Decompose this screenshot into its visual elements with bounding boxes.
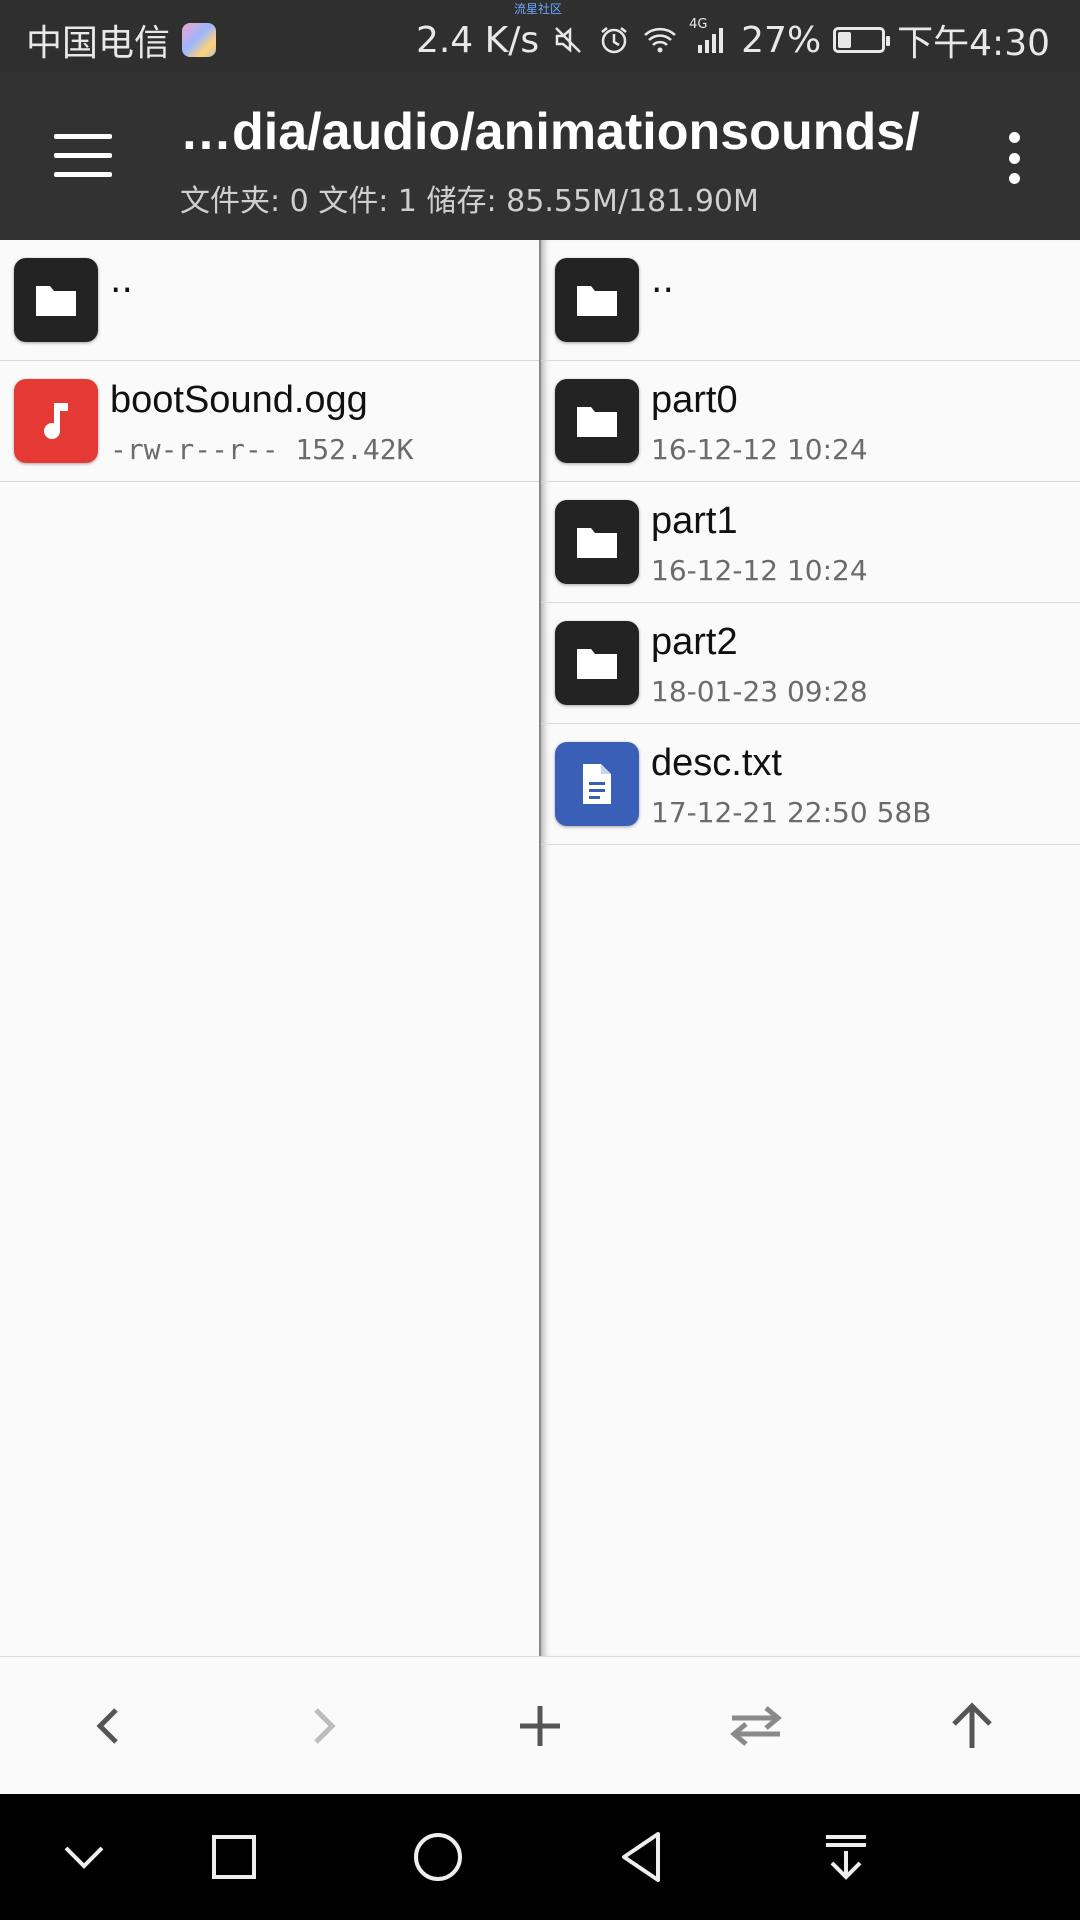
folder-icon [555, 379, 639, 463]
recents-icon[interactable] [126, 1794, 342, 1920]
file-meta: -rw-r--r-- 152.42K [110, 433, 414, 466]
list-item-folder[interactable]: part1 16-12-12 10:24 [541, 482, 1080, 603]
file-meta: 17-12-21 22:50 58B [651, 796, 932, 829]
folder-meta: 16-12-12 10:24 [651, 433, 868, 466]
file-name: bootSound.ogg [110, 379, 368, 421]
left-pane[interactable]: .. bootSound.ogg -rw-r--r-- 152.42K [0, 240, 540, 1656]
forward-icon[interactable] [216, 1657, 432, 1795]
list-item-parent-dir[interactable]: .. [541, 240, 1080, 361]
list-item-parent-dir[interactable]: .. [0, 240, 540, 361]
app-bar: …dia/audio/animationsounds/ 文件夹: 0 文件: 1… [0, 72, 1080, 240]
status-bar-right: 2.4 K/s 4G 27% 下午4:30 [416, 14, 1050, 66]
parent-dir-label: .. [651, 260, 674, 301]
up-icon[interactable] [864, 1657, 1080, 1795]
status-bar-left: 中国电信 [26, 14, 217, 66]
mute-icon [551, 23, 585, 57]
bottom-toolbar [0, 1656, 1080, 1795]
net-speed: 2.4 K/s [415, 19, 540, 61]
list-item-file[interactable]: desc.txt 17-12-21 22:50 58B [541, 724, 1080, 845]
signal-icon: 4G [689, 17, 729, 57]
back-icon[interactable] [534, 1794, 750, 1920]
menu-button[interactable] [54, 134, 112, 178]
folder-icon [14, 258, 98, 342]
notifications-icon[interactable] [738, 1794, 954, 1920]
parent-dir-label: .. [110, 260, 133, 301]
back-icon[interactable] [0, 1657, 216, 1795]
folder-icon [555, 621, 639, 705]
path-title: …dia/audio/animationsounds/ [180, 103, 920, 161]
network-type-label: 4G [689, 17, 708, 32]
document-icon [555, 742, 639, 826]
file-name: desc.txt [651, 742, 782, 784]
carrier-label: 中国电信 [26, 23, 171, 64]
alarm-icon [597, 23, 631, 57]
music-note-icon [14, 379, 98, 463]
folder-name: part0 [651, 379, 738, 421]
app-notification-icon [182, 23, 217, 57]
swap-icon[interactable] [648, 1657, 864, 1795]
battery-icon [833, 27, 891, 53]
folder-meta: 16-12-12 10:24 [651, 554, 868, 587]
navigation-bar [0, 1794, 1080, 1920]
clock: 下午4:30 [897, 23, 1050, 64]
wifi-icon [643, 23, 677, 57]
right-pane[interactable]: .. part0 16-12-12 10:24 part1 16-12-12 1… [541, 240, 1080, 1656]
folder-meta: 18-01-23 09:28 [651, 675, 868, 708]
folder-icon [555, 258, 639, 342]
home-icon[interactable] [330, 1794, 546, 1920]
list-item-file[interactable]: bootSound.ogg -rw-r--r-- 152.42K [0, 361, 540, 482]
folder-name: part1 [651, 500, 738, 542]
folder-icon [555, 500, 639, 584]
list-item-folder[interactable]: part0 16-12-12 10:24 [541, 361, 1080, 482]
battery-percent: 27% [741, 19, 822, 61]
list-item-folder[interactable]: part2 18-01-23 09:28 [541, 603, 1080, 724]
folder-name: part2 [651, 621, 738, 663]
battery-level [838, 32, 851, 48]
add-icon[interactable] [432, 1657, 648, 1795]
more-options-icon[interactable] [1002, 132, 1026, 184]
storage-summary: 文件夹: 0 文件: 1 储存: 85.55M/181.90M [180, 184, 759, 219]
status-bar: 中国电信 流星社区 2.4 K/s 4G 27% 下午4:30 [0, 0, 1080, 72]
